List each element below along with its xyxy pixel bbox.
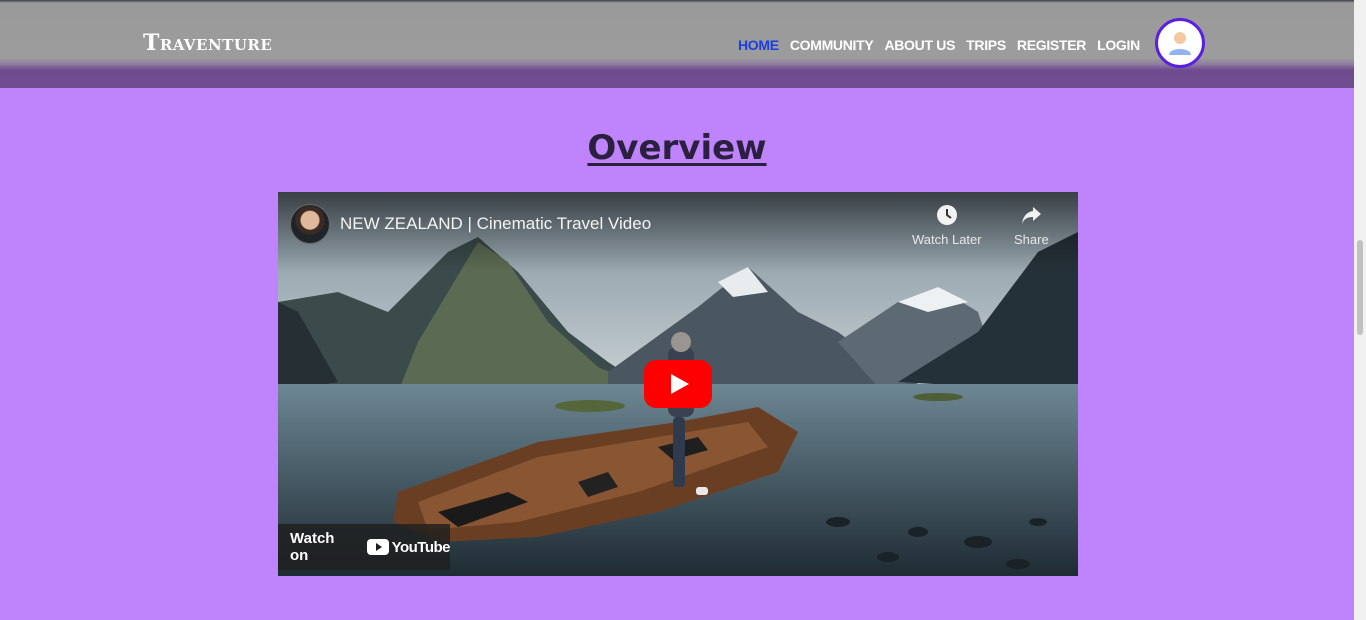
scrollbar-thumb[interactable] [1357,240,1363,335]
watch-later-button[interactable]: Watch Later [912,204,982,247]
youtube-play-icon [366,539,389,555]
watch-later-label: Watch Later [912,232,982,247]
nav-about-us[interactable]: ABOUT US [884,37,955,53]
clock-icon [936,205,957,225]
share-icon [1022,207,1042,224]
watch-on-youtube-button[interactable]: Watch on YouTube [278,524,451,570]
brand-logo[interactable]: Traventure [143,30,272,56]
user-avatar-icon [1169,32,1191,55]
nav-register[interactable]: REGISTER [1017,37,1086,53]
overview-title: Overview [587,128,767,168]
share-label: Share [1014,232,1049,247]
channel-avatar[interactable] [290,204,330,244]
youtube-logo: YouTube [366,538,451,556]
youtube-wordmark: YouTube [391,538,451,556]
play-button[interactable] [644,360,712,408]
nav-trips[interactable]: TRIPS [966,37,1006,53]
nav-links: HOME COMMUNITY ABOUT US TRIPS REGISTER L… [738,37,1140,53]
nav-home[interactable]: HOME [738,37,779,53]
user-avatar-button[interactable] [1155,18,1205,68]
navbar: Traventure HOME COMMUNITY ABOUT US TRIPS… [0,0,1354,88]
share-button[interactable]: Share [1014,204,1049,247]
nav-login[interactable]: LOGIN [1097,37,1140,53]
video-title[interactable]: NEW ZEALAND | Cinematic Travel Video [340,214,651,234]
nav-community[interactable]: COMMUNITY [790,37,874,53]
page-scrollbar[interactable] [1354,0,1366,620]
video-player[interactable]: NEW ZEALAND | Cinematic Travel Video Wat… [278,192,1078,576]
watch-on-label: Watch on [290,530,335,564]
